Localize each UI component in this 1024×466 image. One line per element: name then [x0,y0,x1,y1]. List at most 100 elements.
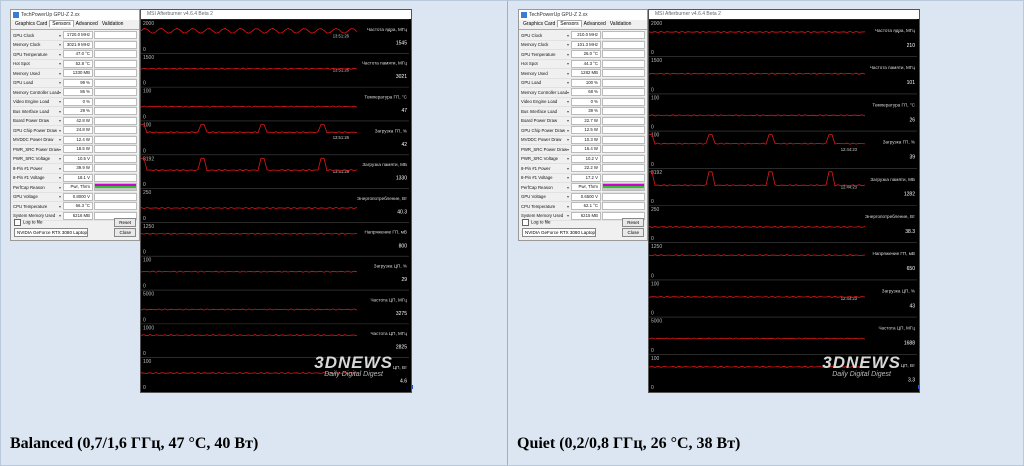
sensor-row: Video Engine Load ▾ 0 % [521,97,645,107]
log-to-file-label: Log to file [23,219,43,225]
sensor-label: Bus Interface Load [13,108,50,114]
graph-timestamp: 13:51:26 [333,135,350,140]
selection-marker [411,385,413,389]
graph-ymin: 0 [651,50,654,56]
sensor-graph [602,116,645,125]
app-icon [13,12,19,18]
graph-current-value: 650 [907,266,916,272]
watermark-title: 3DNEWS [314,353,393,372]
graph-label: Загрузка памяти, МБ [870,177,915,182]
graph-current-value: 39 [909,155,915,161]
tab-validation[interactable]: Validation [608,21,634,27]
tab-sensors[interactable]: Sensors [557,20,582,27]
log-to-file-checkbox[interactable]: Log to file [522,218,551,226]
sensor-row: GPU Clock ▾ 1720.0 MHz [13,31,137,41]
close-button[interactable]: Close [114,227,136,237]
sensor-label: 8-Pin #1 Power [521,165,551,171]
sensor-graph [602,202,645,211]
footer-row: NVIDIA GeForce RTX 3080 Laptop GPU Close [522,227,644,237]
graph-label: Частота памяти, МГц [870,65,916,70]
sensor-row: Memory Clock ▾ 101.3 MHz [521,40,645,50]
sensor-value: 52.8 °C [63,59,93,68]
sensor-graph [94,135,137,144]
graph-ymax: 250 [651,207,660,213]
sensor-row: GPU Load ▾ 100 % [521,78,645,88]
graph-ymin: 0 [143,216,146,222]
tab-graphics-card[interactable]: Graphics Card [521,21,557,27]
sensor-value: 68 % [571,88,601,97]
watermark-title: 3DNEWS [822,353,901,372]
checkbox-box[interactable] [522,218,529,226]
sensor-value: Pwr, Thrm [571,183,601,192]
sensor-row: MVDDC Power Draw ▾ 10.3 W [521,135,645,145]
graph-label: ЦП, Вт [393,365,408,370]
sensor-label: GPU Voltage [521,194,546,200]
sensor-label: Memory Clock [13,42,41,48]
tab-sensors[interactable]: Sensors [49,20,74,27]
graph-timestamp: 12:44:23 [841,147,858,152]
panel-balanced: TechPowerUp GPU-Z 2.xx Graphics Card Senso… [1,1,508,465]
graph-label: Загрузка ЦП, % [882,288,915,293]
sensor-row: PerfCap Reason ▾ Pwr, Thrm [13,183,137,193]
sensor-label: Video Engine Load [13,99,50,105]
sensor-graph [94,126,137,135]
tab-validation[interactable]: Validation [100,21,126,27]
graph-panel: 1000Загрузка ЦП, %4312:44:23 [649,279,917,317]
graph-label: Напряжение ГП, мВ [873,251,915,256]
tab-advanced[interactable]: Advanced [74,21,100,27]
sensor-list: GPU Clock ▾ 210.0 MHz Memory Clock ▾ 101.3 MH… [519,30,647,222]
graph-timestamp: 13:51:26 [333,34,350,39]
graph-current-value: 40.3 [397,209,407,215]
graph-trace [141,124,358,134]
sensor-label: Memory Clock [521,42,549,48]
graph-label: Частота ЦП, МГц [878,326,915,331]
graph-trace [649,171,866,187]
sensor-label: Hot Spot [521,61,538,67]
sensor-value: 100 % [571,78,601,87]
close-button[interactable]: Close [622,227,644,237]
sensor-row: 8-Pin #1 Voltage ▾ 17.2 V [521,173,645,183]
graph-ymax: 1500 [651,58,662,64]
device-select[interactable]: NVIDIA GeForce RTX 3080 Laptop GPU [522,227,596,237]
graph-ymax: 1250 [651,244,662,250]
graph-ymin: 0 [651,125,654,131]
sensor-graph [602,183,645,192]
caption-balanced: Balanced (0,7/1,6 ГГц, 47 °C, 40 Вт) [10,435,259,452]
graph-ymin: 0 [143,114,146,120]
sensor-value: 22.2 W [571,164,601,173]
sensor-label: MVDDC Power Draw [521,137,562,143]
graph-current-value: 3021 [396,74,407,80]
gpuz-footer: Log to file Reset NVIDIA GeForce RTX 3080 … [522,217,644,237]
tab-graphics-card[interactable]: Graphics Card [13,21,49,27]
sensor-graph [94,154,137,163]
graph-current-value: 210 [907,43,916,49]
graph-ymax: 1000 [143,325,154,331]
reset-button[interactable]: Reset [114,217,136,227]
sensor-row: PWR_SRC Power Draw ▾ 18.5 W [13,145,137,155]
sensor-graph [94,97,137,106]
footer-row: NVIDIA GeForce RTX 3080 Laptop GPU Close [14,227,136,237]
sensor-graph [602,78,645,87]
graph-ymin: 0 [651,385,654,391]
sensor-label: PerfCap Reason [13,184,45,190]
sensor-row: Bus Interface Load ▾ 29 % [13,107,137,117]
sensor-graph [94,192,137,201]
tab-advanced[interactable]: Advanced [582,21,608,27]
reset-button[interactable]: Reset [622,217,644,227]
sensor-row: CPU Temperature ▾ 62.1 °C [521,202,645,212]
graph-trace [649,114,866,117]
sensor-graph [602,40,645,49]
log-to-file-checkbox[interactable]: Log to file [14,218,43,226]
sensor-graph [602,126,645,135]
checkbox-box[interactable] [14,218,21,226]
sensor-value: 47.0 °C [63,50,93,59]
sensor-row: Hot Spot ▾ 52.8 °C [13,59,137,69]
device-select[interactable]: NVIDIA GeForce RTX 3080 Laptop GPU [14,227,88,237]
graph-current-value: 101 [907,80,916,86]
graph-trace [141,105,358,108]
sensor-value: 1720.0 MHz [63,31,93,40]
sensor-label: GPU Voltage [13,194,38,200]
sensor-value: 10.3 W [571,135,601,144]
sensor-label: CPU Temperature [521,203,556,209]
sensor-row: Hot Spot ▾ 44.3 °C [521,59,645,69]
